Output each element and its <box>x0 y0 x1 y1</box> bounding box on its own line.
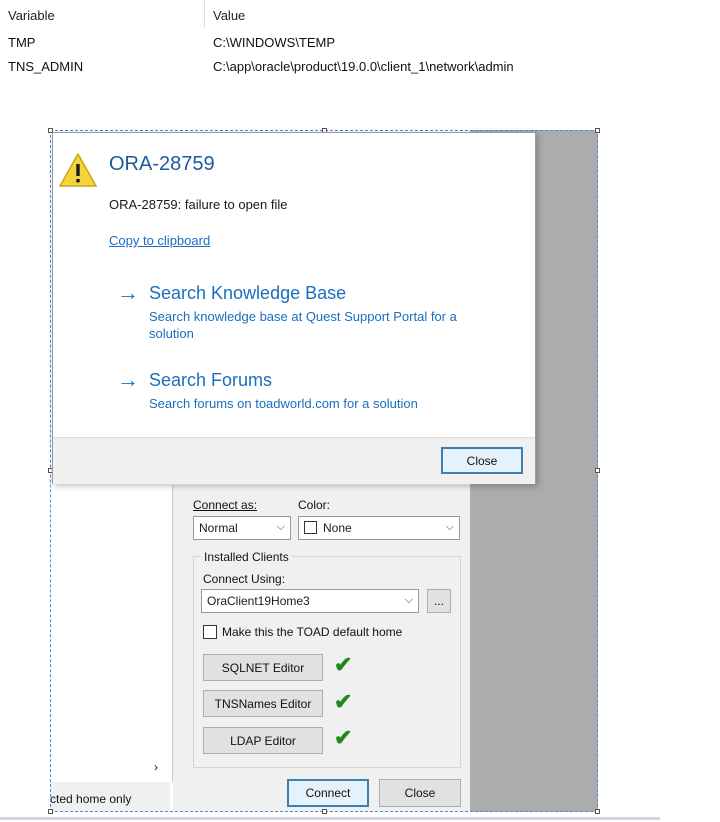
bottom-divider <box>0 817 660 820</box>
value-column-header[interactable]: Value <box>213 8 245 23</box>
variable-column-header[interactable]: Variable <box>8 8 55 23</box>
env-var-value[interactable]: C:\app\oracle\product\19.0.0\client_1\ne… <box>213 59 514 74</box>
resize-handle[interactable] <box>48 809 53 814</box>
arrow-right-icon: → <box>117 280 139 305</box>
env-var-name[interactable]: TMP <box>8 35 35 50</box>
knowledge-base-description: Search knowledge base at Quest Support P… <box>149 308 457 342</box>
arrow-right-icon: → <box>117 367 139 392</box>
search-knowledge-base-link[interactable]: Search Knowledge Base <box>149 283 346 304</box>
error-dialog: ORA-28759 ORA-28759: failure to open fil… <box>52 132 536 484</box>
column-separator <box>204 0 205 28</box>
dialog-close-button[interactable]: Close <box>441 447 523 474</box>
kb-description-line: solution <box>149 326 194 341</box>
forums-description: Search forums on toadworld.com for a sol… <box>149 396 418 411</box>
warning-icon <box>59 153 97 187</box>
env-var-value[interactable]: C:\WINDOWS\TEMP <box>213 35 335 50</box>
resize-handle[interactable] <box>595 128 600 133</box>
search-forums-link[interactable]: Search Forums <box>149 370 272 391</box>
env-var-name[interactable]: TNS_ADMIN <box>8 59 83 74</box>
resize-handle[interactable] <box>595 809 600 814</box>
dialog-title: ORA-28759 <box>109 153 215 175</box>
error-message: ORA-28759: failure to open file <box>109 197 288 212</box>
kb-description-line: Search knowledge base at Quest Support P… <box>149 309 457 324</box>
resize-handle[interactable] <box>322 809 327 814</box>
resize-handle[interactable] <box>595 468 600 473</box>
copy-to-clipboard-link[interactable]: Copy to clipboard <box>109 233 210 248</box>
